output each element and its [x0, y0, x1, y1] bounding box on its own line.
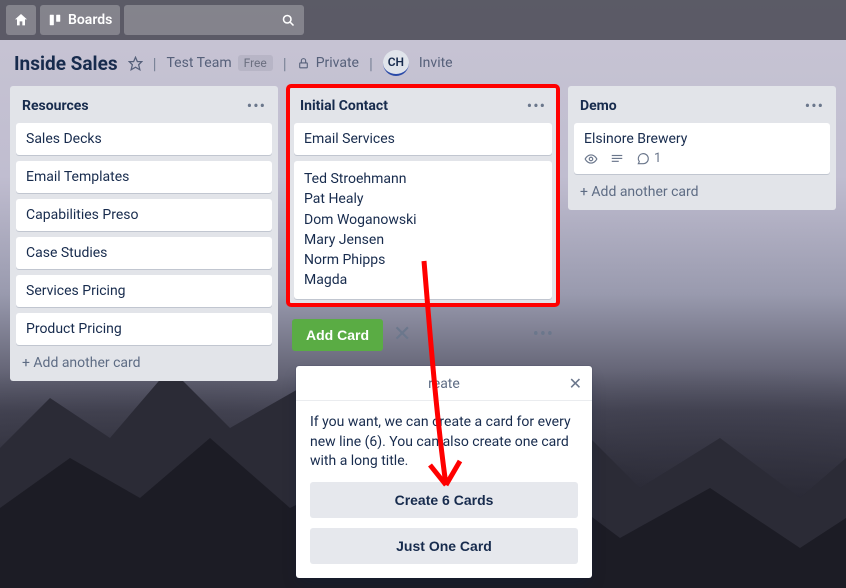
- home-icon: [13, 12, 29, 28]
- comments-badge: 1: [636, 151, 661, 166]
- watch-icon: [584, 152, 598, 166]
- visibility-button[interactable]: Private: [297, 55, 359, 71]
- search-icon: [281, 13, 296, 28]
- list-title[interactable]: Demo: [580, 98, 617, 114]
- create-cards-popup: reate ✕ If you want, we can create a car…: [296, 366, 592, 578]
- list-title[interactable]: Resources: [22, 98, 89, 114]
- compose-actions: Add Card ✕ •••: [288, 317, 558, 351]
- search-input[interactable]: [124, 5, 304, 35]
- create-multiple-cards-button[interactable]: Create 6 Cards: [310, 482, 578, 518]
- star-button[interactable]: [128, 56, 143, 71]
- board-title: Inside Sales: [14, 52, 118, 75]
- invite-button[interactable]: Invite: [419, 55, 453, 71]
- home-button[interactable]: [6, 5, 36, 35]
- star-icon: [128, 56, 143, 71]
- list-resources: Resources ••• Sales Decks Email Template…: [10, 86, 278, 381]
- list-initial-contact: Initial Contact ••• Email Services Ted S…: [288, 86, 558, 351]
- card[interactable]: Capabilities Preso: [16, 199, 272, 231]
- compose-title-input[interactable]: Email Services: [294, 123, 552, 155]
- list-menu-button[interactable]: •••: [805, 96, 824, 115]
- lists-container: Resources ••• Sales Decks Email Template…: [0, 86, 846, 381]
- card[interactable]: Email Templates: [16, 161, 272, 193]
- popup-header: reate ✕: [296, 366, 592, 401]
- card[interactable]: Case Studies: [16, 237, 272, 269]
- card[interactable]: Elsinore Brewery 1: [574, 123, 830, 174]
- add-card-link[interactable]: Add another card: [574, 180, 830, 204]
- card[interactable]: Product Pricing: [16, 313, 272, 345]
- add-card-button[interactable]: Add Card: [292, 319, 383, 351]
- compose-body-input[interactable]: Ted Stroehmann Pat Healy Dom Woganowski …: [294, 161, 552, 299]
- cancel-compose-button[interactable]: ✕: [393, 324, 411, 346]
- card-title: Elsinore Brewery: [584, 131, 820, 147]
- boards-button[interactable]: Boards: [40, 5, 120, 35]
- popup-title: reate: [428, 376, 460, 392]
- list-demo: Demo ••• Elsinore Brewery 1 Add another …: [568, 86, 836, 210]
- create-one-card-button[interactable]: Just One Card: [310, 528, 578, 564]
- boards-icon: [48, 13, 62, 27]
- avatar[interactable]: CH: [383, 50, 409, 76]
- popup-body-text: If you want, we can create a card for ev…: [310, 413, 578, 472]
- board-header: Inside Sales | Test Team Free | Private …: [0, 40, 846, 86]
- team-link[interactable]: Test Team Free: [167, 55, 273, 71]
- plan-badge: Free: [238, 55, 273, 71]
- boards-label: Boards: [68, 12, 112, 28]
- lock-icon: [297, 57, 310, 70]
- card[interactable]: Services Pricing: [16, 275, 272, 307]
- list-menu-button[interactable]: •••: [247, 96, 266, 115]
- top-bar: Boards: [0, 0, 846, 40]
- list-menu-button[interactable]: •••: [527, 96, 546, 115]
- list-title[interactable]: Initial Contact: [300, 98, 388, 114]
- popup-close-button[interactable]: ✕: [569, 374, 582, 393]
- add-card-link[interactable]: Add another card: [16, 351, 272, 375]
- compose-menu-button[interactable]: •••: [533, 324, 554, 345]
- description-icon: [610, 152, 624, 166]
- card[interactable]: Sales Decks: [16, 123, 272, 155]
